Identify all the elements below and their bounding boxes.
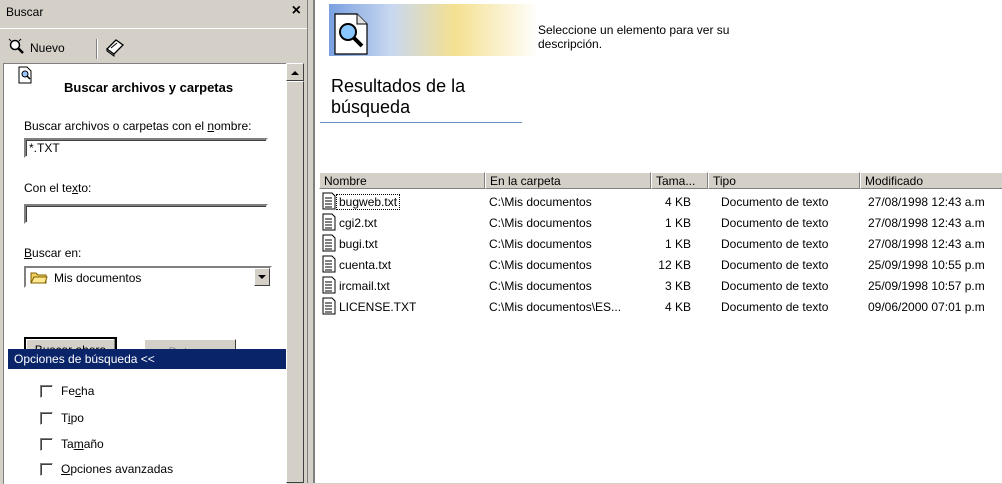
file-folder: C:\Mis documentos xyxy=(489,195,592,209)
new-search-button[interactable]: Nuevo xyxy=(8,37,65,59)
file-size: 3 KB xyxy=(664,279,691,293)
checkbox[interactable] xyxy=(40,411,53,425)
file-search-icon xyxy=(18,66,34,87)
file-name: bugweb.txt xyxy=(335,194,401,210)
checkbox[interactable] xyxy=(40,384,53,398)
column-header-size[interactable]: Tama... xyxy=(651,172,708,189)
new-search-label: Nuevo xyxy=(30,41,65,55)
text-label: Con el texto: xyxy=(24,181,92,195)
results-area: Seleccione un elemento para ver su descr… xyxy=(313,0,1002,483)
search-options-button[interactable] xyxy=(104,37,126,60)
option-label: Fecha xyxy=(61,384,95,398)
pane-title: Buscar xyxy=(6,5,44,19)
text-document-icon xyxy=(322,276,336,297)
checkbox[interactable] xyxy=(40,462,53,476)
search-results-icon xyxy=(329,10,373,59)
column-header-type[interactable]: Tipo xyxy=(708,172,860,189)
file-name: LICENSE.TXT xyxy=(339,300,417,314)
option-fecha[interactable]: Fecha xyxy=(40,384,94,398)
list-item[interactable]: LICENSE.TXT C:\Mis documentos\ES... 4 KB… xyxy=(319,297,1002,317)
text-document-icon xyxy=(322,234,336,255)
file-type: Documento de texto xyxy=(721,300,829,314)
column-header-modified[interactable]: Modificado xyxy=(860,172,1002,189)
option-label: Opciones avanzadas xyxy=(61,462,174,476)
file-name: ircmail.txt xyxy=(339,279,390,293)
text-input[interactable] xyxy=(24,204,268,224)
file-size: 1 KB xyxy=(664,216,691,230)
text-document-icon xyxy=(322,297,336,318)
name-input[interactable] xyxy=(24,138,268,158)
file-folder: C:\Mis documentos xyxy=(489,237,592,251)
text-document-icon xyxy=(322,255,336,276)
file-type: Documento de texto xyxy=(721,279,829,293)
search-form: Buscar archivos y carpetas Buscar archiv… xyxy=(3,63,287,484)
file-type: Documento de texto xyxy=(721,216,829,230)
pane-title-bar: Buscar × xyxy=(0,0,307,24)
file-modified: 09/06/2000 07:01 p.m xyxy=(868,300,985,314)
option-tamano[interactable]: Tamaño xyxy=(40,437,104,451)
search-pane: Buscar × Nuevo Buscar archivos y carpeta… xyxy=(0,0,308,484)
file-folder: C:\Mis documentos xyxy=(489,258,592,272)
option-label: Tipo xyxy=(61,411,84,425)
results-title: Resultados de la búsqueda xyxy=(331,76,466,117)
file-folder: C:\Mis documentos\ES... xyxy=(489,300,622,314)
title-divider xyxy=(320,122,522,123)
checkbox[interactable] xyxy=(40,437,53,451)
file-size: 12 KB xyxy=(658,258,691,272)
file-name: bugi.txt xyxy=(339,237,378,251)
search-in-label: Buscar en: xyxy=(24,246,82,260)
toolbar-separator xyxy=(96,39,98,59)
search-options-header[interactable]: Opciones de búsqueda << xyxy=(8,349,287,369)
close-button[interactable]: × xyxy=(292,2,301,20)
search-in-select[interactable]: Mis documentos xyxy=(24,266,272,288)
description-text: Seleccione un elemento para ver su descr… xyxy=(538,23,730,51)
option-tipo[interactable]: Tipo xyxy=(40,411,84,425)
text-document-icon xyxy=(322,213,336,234)
list-item[interactable]: bugi.txt C:\Mis documentos 1 KB Document… xyxy=(319,234,1002,254)
scrollbar[interactable] xyxy=(286,63,304,483)
file-folder: C:\Mis documentos xyxy=(489,279,592,293)
file-type: Documento de texto xyxy=(721,195,829,209)
search-heading: Buscar archivos y carpetas xyxy=(64,80,234,95)
file-type: Documento de texto xyxy=(721,237,829,251)
list-item[interactable]: cuenta.txt C:\Mis documentos 12 KB Docum… xyxy=(319,255,1002,275)
folder-icon xyxy=(30,270,48,287)
name-label: Buscar archivos o carpetas con el nombre… xyxy=(24,119,252,133)
scroll-up-button[interactable] xyxy=(286,63,304,81)
file-modified: 27/08/1998 12:43 a.m xyxy=(868,216,985,230)
option-avanzadas[interactable]: Opciones avanzadas xyxy=(40,462,173,476)
file-size: 4 KB xyxy=(664,195,691,209)
list-header: Nombre En la carpeta Tama... Tipo Modifi… xyxy=(319,172,1002,189)
file-modified: 27/08/1998 12:43 a.m xyxy=(868,237,985,251)
scroll-thumb[interactable] xyxy=(286,81,304,483)
file-modified: 25/09/1998 10:55 p.m xyxy=(868,258,985,272)
file-type: Documento de texto xyxy=(721,258,829,272)
file-modified: 25/09/1998 10:57 p.m xyxy=(868,279,985,293)
list-item[interactable]: cgi2.txt C:\Mis documentos 1 KB Document… xyxy=(319,213,1002,233)
text-document-icon xyxy=(322,192,336,213)
chevron-down-icon[interactable] xyxy=(254,268,270,286)
file-size: 4 KB xyxy=(664,300,691,314)
list-item[interactable]: bugweb.txt C:\Mis documentos 4 KB Docume… xyxy=(319,192,1002,212)
list-item[interactable]: ircmail.txt C:\Mis documentos 3 KB Docum… xyxy=(319,276,1002,296)
file-modified: 27/08/1998 12:43 a.m xyxy=(868,195,985,209)
search-options-title: Opciones de búsqueda << xyxy=(14,352,155,366)
option-label: Tamaño xyxy=(61,437,104,451)
results-banner: Seleccione un elemento para ver su descr… xyxy=(315,0,1002,60)
file-size: 1 KB xyxy=(664,237,691,251)
file-name: cuenta.txt xyxy=(339,258,392,272)
search-options-icon xyxy=(104,39,126,60)
magnifier-icon xyxy=(8,38,26,59)
column-header-folder[interactable]: En la carpeta xyxy=(485,172,651,189)
search-in-value: Mis documentos xyxy=(54,271,142,285)
file-name: cgi2.txt xyxy=(339,216,378,230)
column-header-name[interactable]: Nombre xyxy=(319,172,485,189)
file-folder: C:\Mis documentos xyxy=(489,216,592,230)
